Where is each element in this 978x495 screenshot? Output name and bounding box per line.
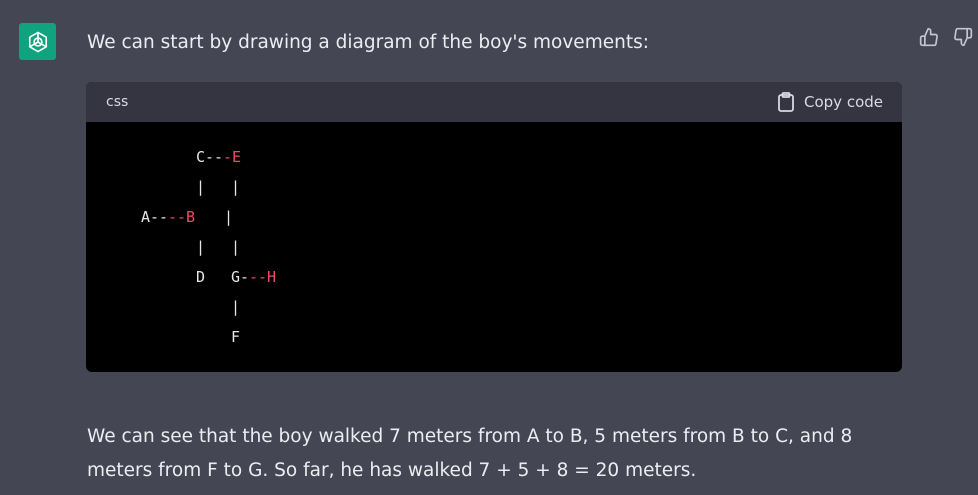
code-block-header: css Copy code (86, 82, 902, 122)
clipboard-icon (778, 92, 794, 112)
thumbs-down-icon (954, 27, 973, 47)
diagram-row1-right: -E (223, 148, 242, 166)
diagram-row2-bar-b: | (231, 178, 241, 196)
diagram-row4-bar-b: | (231, 238, 241, 256)
diagram-row6-bar: | (231, 298, 241, 316)
diagram-row3-bar: | (224, 208, 234, 226)
diagram-row2-bar-a: | (196, 178, 206, 196)
message-intro-text: We can start by drawing a diagram of the… (87, 32, 649, 53)
copy-code-label: Copy code (804, 93, 883, 111)
diagram-row5-right: --H (249, 268, 277, 286)
message-response-text: We can see that the boy walked 7 meters … (87, 420, 947, 488)
code-body: C-- -E | | A-- --B | | | D G- --H | F (86, 122, 902, 372)
diagram-row3-right: --B (168, 208, 196, 226)
thumbs-down-button[interactable] (952, 26, 974, 48)
diagram-row1-left: C-- (196, 148, 224, 166)
diagram-row4-bar-a: | (196, 238, 206, 256)
code-block: css Copy code C-- -E | | A-- --B | | | D… (86, 82, 902, 372)
diagram-row5-g: G- (231, 268, 250, 286)
thumbs-up-icon (919, 27, 938, 47)
copy-code-button[interactable]: Copy code (777, 92, 883, 112)
code-language-label: css (106, 94, 129, 110)
diagram-row5-d: D (196, 268, 206, 286)
response-line-1: We can see that the boy walked 7 meters … (87, 426, 853, 447)
diagram-row7-f: F (231, 328, 241, 346)
openai-logo-icon (28, 31, 47, 52)
feedback-controls (918, 26, 974, 48)
assistant-avatar (19, 23, 56, 60)
diagram-row3-left: A-- (141, 208, 169, 226)
response-line-2: meters from F to G. So far, he has walke… (87, 460, 697, 481)
thumbs-up-button[interactable] (918, 26, 940, 48)
